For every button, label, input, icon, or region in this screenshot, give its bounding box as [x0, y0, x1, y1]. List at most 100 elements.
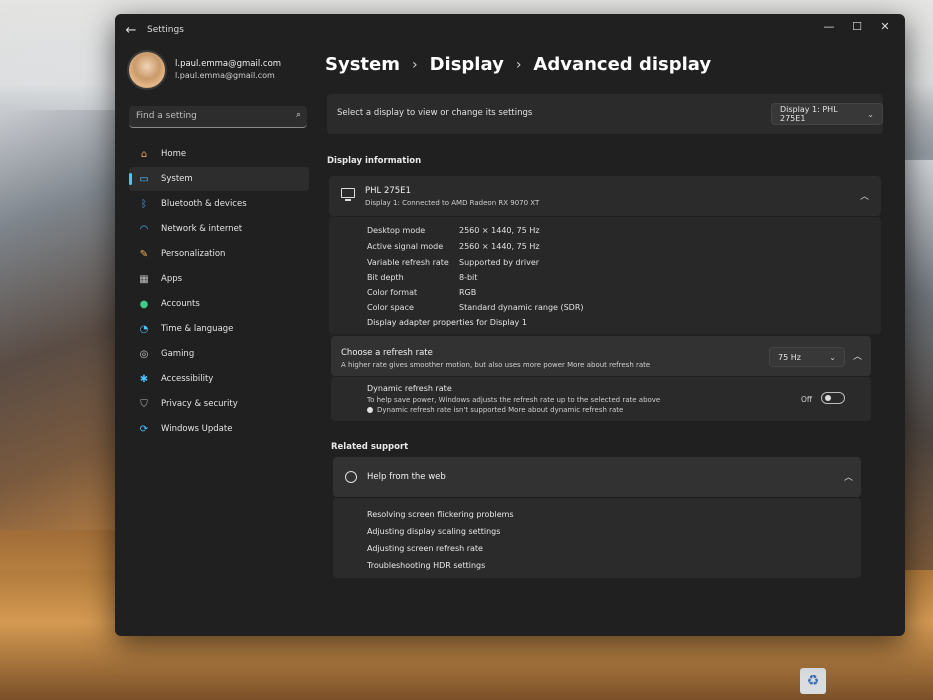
sidebar-item-label: Personalization: [161, 249, 226, 259]
sidebar-item-accounts[interactable]: ● Accounts: [129, 292, 309, 316]
breadcrumb-display[interactable]: Display: [430, 54, 504, 75]
chevron-right-icon: ›: [411, 56, 418, 73]
chevron-down-icon: ⌄: [867, 109, 874, 119]
info-value: RGB: [459, 288, 477, 297]
breadcrumb: System › Display › Advanced display: [325, 54, 711, 75]
sidebar-item-system[interactable]: ▭ System: [129, 167, 309, 191]
page-title: Advanced display: [533, 54, 712, 75]
sidebar-item-label: System: [161, 174, 193, 184]
info-label: Variable refresh rate: [367, 258, 449, 267]
info-value: 8-bit: [459, 273, 478, 282]
sidebar-item-network[interactable]: ◠ Network & internet: [129, 217, 309, 241]
sidebar-item-accessibility[interactable]: ✱ Accessibility: [129, 367, 309, 391]
chevron-down-icon: ⌄: [829, 352, 836, 362]
help-links-panel: Resolving screen flickering problems Adj…: [333, 498, 861, 578]
chevron-up-icon[interactable]: ︿: [853, 349, 862, 362]
display-info-header[interactable]: PHL 275E1 Display 1: Connected to AMD Ra…: [329, 176, 881, 216]
refresh-rate-subtitle[interactable]: A higher rate gives smoother motion, but…: [341, 361, 650, 369]
sidebar-item-apps[interactable]: ▦ Apps: [129, 267, 309, 291]
user-profile[interactable]: l.paul.emma@gmail.com l.paul.emma@gmail.…: [127, 50, 281, 90]
info-value: Standard dynamic range (SDR): [459, 303, 584, 312]
shield-icon: ⛉: [140, 398, 148, 410]
breadcrumb-system[interactable]: System: [325, 54, 400, 75]
sidebar-item-home[interactable]: ⌂ Home: [129, 142, 309, 166]
minimize-button[interactable]: —: [815, 20, 843, 33]
chevron-right-icon: ›: [515, 56, 522, 73]
help-link[interactable]: Adjusting screen refresh rate: [367, 544, 483, 553]
info-label: Color space: [367, 303, 414, 312]
sidebar-item-time-language[interactable]: ◔ Time & language: [129, 317, 309, 341]
monitor-icon: [341, 188, 355, 201]
sidebar-item-bluetooth[interactable]: ᛒ Bluetooth & devices: [129, 192, 309, 216]
globe-clock-icon: ◔: [139, 323, 149, 335]
info-label: Active signal mode: [367, 242, 444, 251]
info-label: Bit depth: [367, 273, 404, 282]
window-controls: — ☐ ✕: [815, 20, 899, 33]
update-icon: ⟳: [139, 423, 149, 435]
wifi-icon: ◠: [139, 223, 149, 235]
sidebar-item-gaming[interactable]: ◎ Gaming: [129, 342, 309, 366]
bluetooth-icon: ᛒ: [141, 198, 147, 210]
search-icon: ⌕: [295, 110, 301, 120]
help-link[interactable]: Resolving screen flickering problems: [367, 510, 514, 519]
info-row-bit-depth: Bit depth 8-bit: [367, 273, 477, 282]
refresh-rate-value: 75 Hz: [778, 352, 801, 362]
dynamic-refresh-card: Dynamic refresh rate To help save power,…: [331, 377, 871, 421]
dynamic-refresh-subtitle: To help save power, Windows adjusts the …: [367, 396, 661, 404]
select-display-label: Select a display to view or change its s…: [337, 108, 533, 118]
sidebar-item-personalization[interactable]: ✎ Personalization: [129, 242, 309, 266]
dynamic-refresh-note-text[interactable]: Dynamic refresh rate isn't supported Mor…: [377, 406, 623, 414]
gamepad-icon: ◎: [139, 348, 149, 360]
info-row-color-space: Color space Standard dynamic range (SDR): [367, 303, 584, 312]
display-connection: Display 1: Connected to AMD Radeon RX 90…: [365, 199, 540, 207]
dynamic-refresh-title: Dynamic refresh rate: [367, 384, 452, 393]
apps-icon: ▦: [139, 273, 149, 285]
display-info-details: Desktop mode 2560 × 1440, 75 Hz Active s…: [329, 217, 881, 334]
select-display-card: Select a display to view or change its s…: [327, 94, 883, 134]
display-name: PHL 275E1: [365, 186, 411, 196]
dynamic-refresh-note: Dynamic refresh rate isn't supported Mor…: [367, 406, 623, 414]
maximize-button[interactable]: ☐: [843, 20, 871, 33]
info-row-vrr: Variable refresh rate Supported by drive…: [367, 258, 539, 267]
window-title: Settings: [147, 25, 184, 35]
adapter-properties-link[interactable]: Display adapter properties for Display 1: [367, 318, 527, 327]
sidebar-item-label: Bluetooth & devices: [161, 199, 247, 209]
system-icon: ▭: [139, 173, 149, 185]
dynamic-refresh-toggle[interactable]: [821, 392, 845, 404]
sidebar-nav: ⌂ Home ▭ System ᛒ Bluetooth & devices ◠ …: [129, 142, 309, 442]
sidebar-item-privacy[interactable]: ⛉ Privacy & security: [129, 392, 309, 416]
refresh-rate-dropdown[interactable]: 75 Hz ⌄: [769, 347, 845, 367]
info-label: Desktop mode: [367, 226, 426, 235]
help-from-web-header[interactable]: Help from the web ︿: [333, 457, 861, 497]
related-support-heading: Related support: [331, 442, 409, 452]
user-email: l.paul.emma@gmail.com: [175, 71, 275, 80]
info-label: Color format: [367, 288, 418, 297]
search-input[interactable]: Find a setting ⌕: [129, 106, 307, 128]
chevron-up-icon[interactable]: ︿: [844, 470, 853, 483]
sidebar-item-label: Privacy & security: [161, 399, 238, 409]
refresh-rate-card: Choose a refresh rate A higher rate give…: [331, 336, 871, 376]
help-link[interactable]: Adjusting display scaling settings: [367, 527, 500, 536]
display-information-heading: Display information: [327, 156, 422, 166]
search-placeholder: Find a setting: [136, 111, 197, 121]
close-button[interactable]: ✕: [871, 20, 899, 33]
recycle-bin-icon[interactable]: ♻: [800, 668, 826, 694]
user-name: l.paul.emma@gmail.com: [175, 59, 282, 69]
info-value: Supported by driver: [459, 258, 540, 267]
display-dropdown-value: Display 1: PHL 275E1: [780, 105, 838, 123]
accounts-icon: ●: [139, 298, 149, 310]
sidebar-item-label: Time & language: [161, 324, 234, 334]
chevron-up-icon[interactable]: ︿: [860, 189, 869, 202]
sidebar-item-label: Windows Update: [161, 424, 233, 434]
refresh-rate-title: Choose a refresh rate: [341, 348, 433, 358]
sidebar-item-label: Home: [161, 149, 187, 159]
brush-icon: ✎: [139, 248, 149, 260]
info-row-color-format: Color format RGB: [367, 288, 476, 297]
arrow-left-icon[interactable]: ←: [115, 23, 147, 38]
info-dot-icon: [367, 407, 373, 413]
info-row-active-signal: Active signal mode 2560 × 1440, 75 Hz: [367, 242, 540, 251]
help-link[interactable]: Troubleshooting HDR settings: [367, 561, 485, 570]
settings-window: ← Settings — ☐ ✕ l.paul.emma@gmail.com l…: [115, 14, 905, 636]
sidebar-item-windows-update[interactable]: ⟳ Windows Update: [129, 417, 309, 441]
display-dropdown[interactable]: Display 1: PHL 275E1 ⌄: [771, 103, 883, 125]
